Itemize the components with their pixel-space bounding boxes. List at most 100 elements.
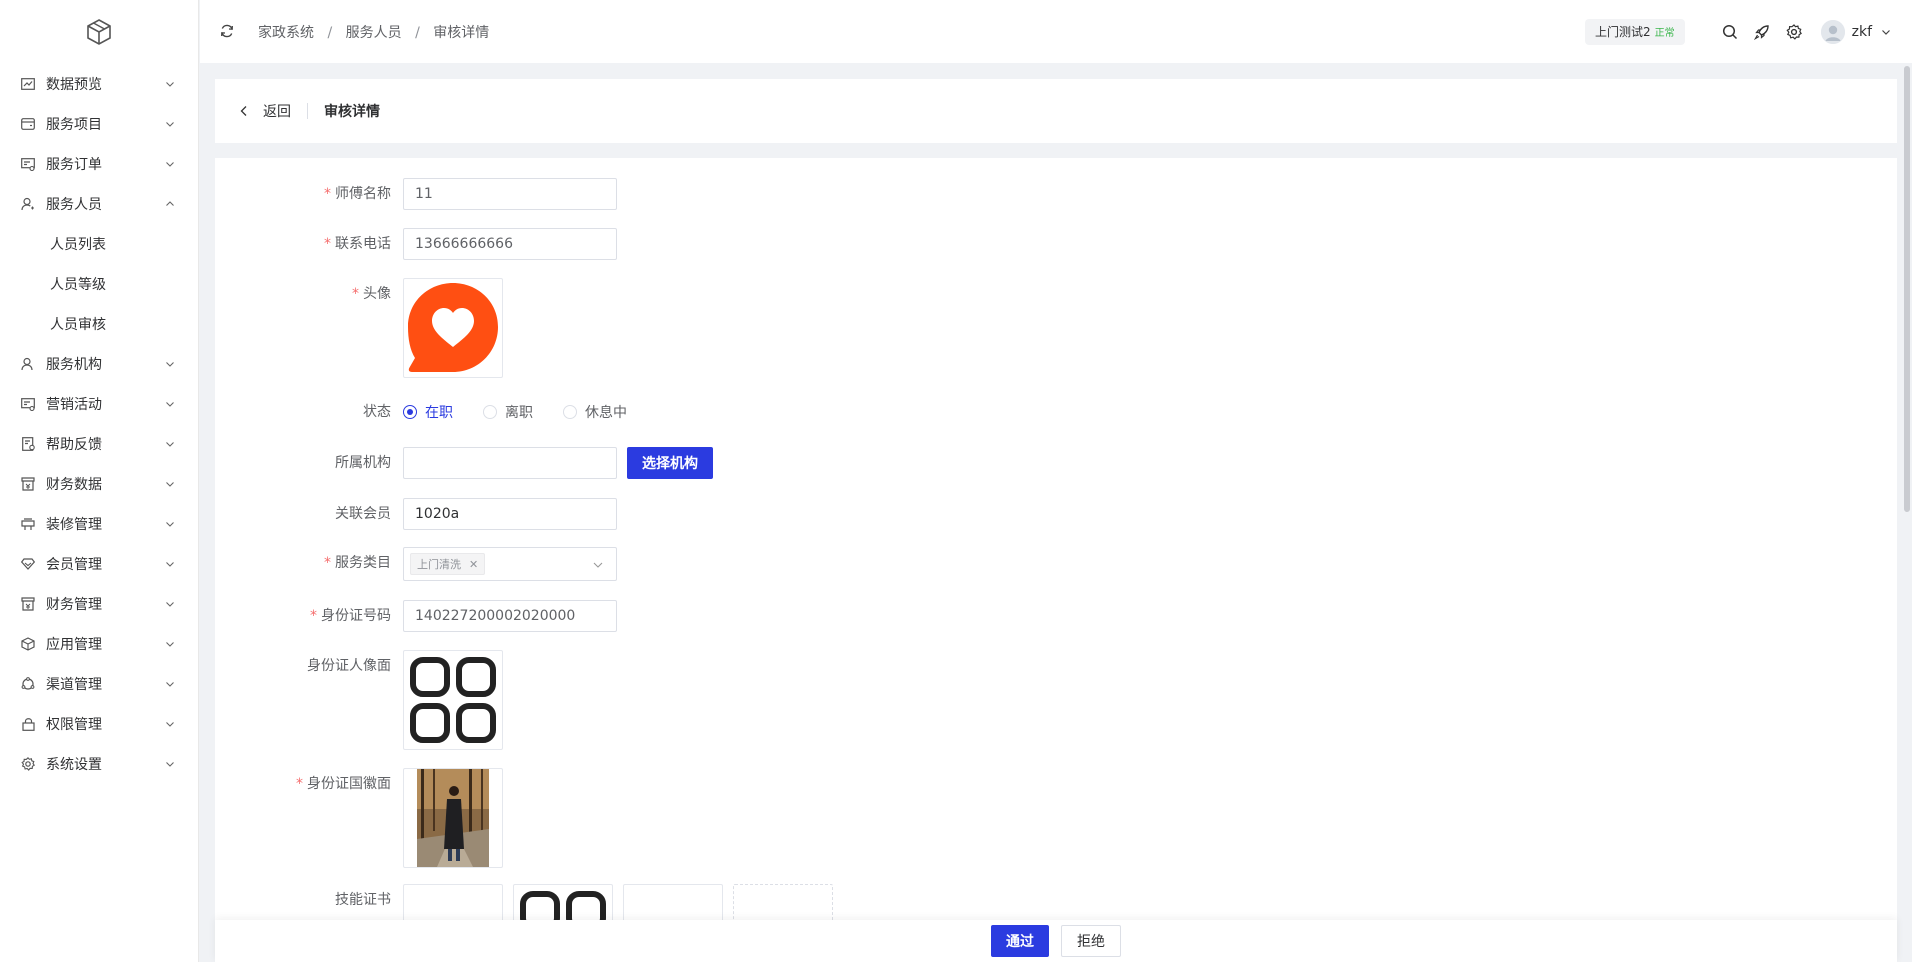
scrollbar[interactable] xyxy=(1904,66,1910,512)
form-row-member: 关联会员 1020a xyxy=(215,498,617,530)
sidebar-item-label: 渠道管理 xyxy=(46,677,102,693)
sidebar-item-permissions[interactable]: 权限管理 xyxy=(0,704,198,744)
grid-app-icon xyxy=(520,891,606,920)
sidebar-item-label: 服务机构 xyxy=(46,357,102,373)
category-select[interactable]: 上门清洗 ✕ xyxy=(403,547,617,581)
cert-image-2[interactable] xyxy=(513,884,613,920)
search-icon[interactable] xyxy=(1721,23,1739,41)
category-label: * 服务类目 xyxy=(324,555,391,571)
sidebar-subitem-staff-review[interactable]: 人员审核 xyxy=(0,304,198,344)
back-button[interactable]: 返回 xyxy=(237,101,291,121)
radio-dot xyxy=(563,405,577,419)
sidebar-item-service-items[interactable]: 服务项目 xyxy=(0,104,198,144)
status-radio-resting[interactable]: 休息中 xyxy=(563,402,627,422)
review-form: * 师傅名称 11 * 联系电话 13666666666 * 头像 状态 在职 离职 … xyxy=(215,158,1897,962)
name-input[interactable]: 11 xyxy=(403,178,617,210)
status-radio-group: 在职 离职 休息中 xyxy=(403,396,657,428)
status-radio-resigned[interactable]: 离职 xyxy=(483,402,533,422)
sidebar-item-label: 财务数据 xyxy=(46,477,102,493)
channel-icon xyxy=(20,676,36,692)
member-label: 关联会员 xyxy=(335,506,391,522)
rocket-icon[interactable] xyxy=(1753,23,1771,41)
select-org-button[interactable]: 选择机构 xyxy=(627,447,713,479)
sidebar-item-system-settings[interactable]: 系统设置 xyxy=(0,744,198,784)
avatar-upload[interactable] xyxy=(403,278,503,378)
sidebar-subitem-staff-level[interactable]: 人员等级 xyxy=(0,264,198,304)
sidebar-item-channel[interactable]: 渠道管理 xyxy=(0,664,198,704)
cert-image-3[interactable] xyxy=(623,884,723,920)
sidebar-item-service-orgs[interactable]: 服务机构 xyxy=(0,344,198,384)
heart-chat-logo-icon xyxy=(408,283,498,372)
chevron-down-icon xyxy=(164,398,176,410)
id-front-label: 身份证人像面 xyxy=(307,658,391,674)
sidebar-item-label: 数据预览 xyxy=(46,77,102,93)
approve-button[interactable]: 通过 xyxy=(991,925,1049,957)
chevron-down-icon xyxy=(164,678,176,690)
idcard-label: * 身份证号码 xyxy=(310,608,391,624)
sidebar-item-label: 财务管理 xyxy=(46,597,102,613)
radio-dot xyxy=(403,405,417,419)
status-label: 状态 xyxy=(363,404,391,420)
required-mark: * xyxy=(352,286,359,302)
breadcrumb-item[interactable]: 服务人员 xyxy=(346,25,402,41)
status-radio-active[interactable]: 在职 xyxy=(403,402,453,422)
cert-label: 技能证书 xyxy=(335,892,391,908)
phone-input[interactable]: 13666666666 xyxy=(403,228,617,260)
feedback-icon xyxy=(20,436,36,452)
category-tag: 上门清洗 ✕ xyxy=(410,553,486,575)
page-title: 审核详情 xyxy=(324,104,380,120)
refresh-icon[interactable] xyxy=(220,24,236,40)
chevron-down-icon xyxy=(164,718,176,730)
chevron-down-icon xyxy=(164,438,176,450)
sidebar-item-finance-data[interactable]: 财务数据 xyxy=(0,464,198,504)
idcard-input[interactable]: 140227200002020000 xyxy=(403,600,617,632)
chevron-down-icon xyxy=(164,118,176,130)
chevron-down-icon xyxy=(164,158,176,170)
sidebar-item-help-feedback[interactable]: 帮助反馈 xyxy=(0,424,198,464)
member-input[interactable]: 1020a xyxy=(403,498,617,530)
breadcrumb: 家政系统 / 服务人员 / 审核详情 xyxy=(258,22,489,42)
sidebar-item-label: 系统设置 xyxy=(46,757,102,773)
sidebar-item-label: 应用管理 xyxy=(46,637,102,653)
reject-button[interactable]: 拒绝 xyxy=(1061,925,1121,957)
chevron-down-icon[interactable] xyxy=(1880,26,1892,38)
id-back-upload[interactable] xyxy=(403,768,503,868)
sidebar-subitem-staff-list[interactable]: 人员列表 xyxy=(0,224,198,264)
cube-icon xyxy=(20,636,36,652)
order-icon xyxy=(20,156,36,172)
user-avatar[interactable] xyxy=(1820,19,1845,44)
required-mark: * xyxy=(324,236,331,252)
sidebar-item-app-manage[interactable]: 应用管理 xyxy=(0,624,198,664)
logo[interactable] xyxy=(0,0,198,64)
username[interactable]: zkf xyxy=(1852,24,1872,40)
sidebar-item-label: 会员管理 xyxy=(46,557,102,573)
breadcrumb-separator: / xyxy=(415,24,420,41)
close-icon[interactable]: ✕ xyxy=(469,558,478,571)
required-mark: * xyxy=(324,186,331,202)
avatar-label: * 头像 xyxy=(352,286,391,302)
sidebar-item-members[interactable]: 会员管理 xyxy=(0,544,198,584)
grid-app-icon xyxy=(410,657,496,743)
sidebar-item-service-staff[interactable]: 服务人员 xyxy=(0,184,198,224)
sidebar-item-finance-manage[interactable]: 财务管理 xyxy=(0,584,198,624)
sidebar-item-decoration[interactable]: 装修管理 xyxy=(0,504,198,544)
settings-gear-icon[interactable] xyxy=(1785,23,1803,41)
chevron-down-icon xyxy=(592,559,604,571)
id-front-upload[interactable] xyxy=(403,650,503,750)
sidebar-item-marketing[interactable]: 营销活动 xyxy=(0,384,198,424)
sidebar-item-label: 服务人员 xyxy=(46,197,102,213)
org-label: 所属机构 xyxy=(335,455,391,471)
org-input[interactable] xyxy=(403,447,617,479)
breadcrumb-item[interactable]: 家政系统 xyxy=(258,25,314,41)
sidebar-menu: 数据预览 服务项目 服务订单 服务人员 人员列表 人员等级 人员审核 服务机构 xyxy=(0,64,198,784)
sidebar-item-service-orders[interactable]: 服务订单 xyxy=(0,144,198,184)
lock-icon xyxy=(20,716,36,732)
page-header: 返回 审核详情 xyxy=(215,79,1897,143)
sidebar-item-label: 服务项目 xyxy=(46,117,102,133)
cert-image-1[interactable] xyxy=(403,884,503,920)
sidebar-item-data-preview[interactable]: 数据预览 xyxy=(0,64,198,104)
tenant-switcher[interactable]: 上门测试2 正常 xyxy=(1584,18,1685,45)
cert-upload-slot[interactable] xyxy=(733,884,833,920)
form-row-idcard: * 身份证号码 140227200002020000 xyxy=(215,600,617,632)
form-row-avatar: * 头像 xyxy=(215,278,503,378)
